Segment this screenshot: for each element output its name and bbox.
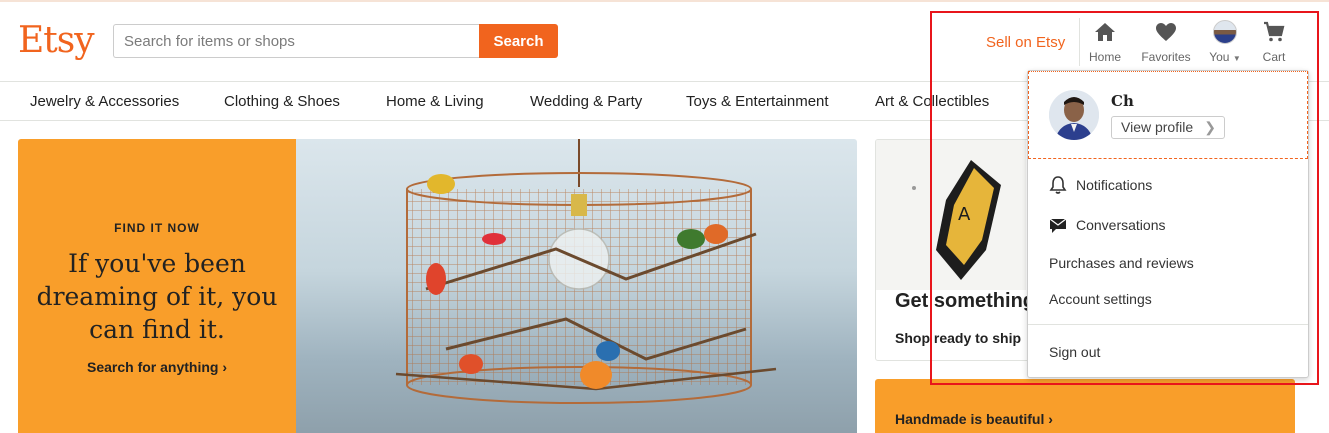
promo-card-handmade[interactable]: Handmade is beautiful › (875, 379, 1295, 433)
search-bar: Search (113, 24, 558, 58)
category-jewelry[interactable]: Jewelry & Accessories (30, 93, 179, 110)
category-home-living[interactable]: Home & Living (386, 93, 484, 110)
hero-title: If you've been dreaming of it, you can f… (36, 249, 278, 344)
handmade-link[interactable]: Handmade is beautiful › (895, 411, 1053, 427)
category-wedding[interactable]: Wedding & Party (530, 93, 642, 110)
etsy-logo[interactable]: Etsy (18, 20, 95, 61)
search-input[interactable] (113, 24, 480, 58)
category-toys[interactable]: Toys & Entertainment (686, 93, 829, 110)
hero-image-birdcage[interactable] (296, 139, 857, 433)
search-button[interactable]: Search (479, 24, 558, 58)
annotation-highlight-box (930, 11, 1319, 385)
hero-panel: FIND IT NOW If you've been dreaming of i… (18, 139, 296, 433)
category-clothing[interactable]: Clothing & Shoes (224, 93, 340, 110)
hero-search-link[interactable]: Search for anything › (18, 359, 296, 375)
hero-kicker: FIND IT NOW (114, 221, 200, 235)
